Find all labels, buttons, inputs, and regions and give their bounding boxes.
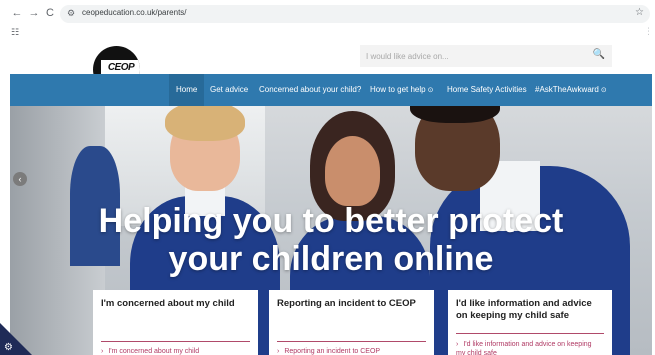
- url-text[interactable]: ceopeducation.co.uk/parents/: [82, 8, 187, 17]
- card-divider: [101, 341, 250, 342]
- nav-item-home-safety[interactable]: Home Safety Activities: [447, 74, 527, 106]
- card-title: I'd like information and advice on keepi…: [456, 298, 592, 321]
- hero-photo-figure: [325, 136, 380, 206]
- apps-grid-icon[interactable]: ☷: [11, 27, 19, 38]
- back-icon[interactable]: ←: [10, 6, 24, 20]
- card-link-text: I'd like information and advice on keepi…: [456, 341, 592, 355]
- card-link[interactable]: › I'm concerned about my child: [101, 348, 199, 355]
- nav-label: How to get help: [370, 85, 426, 94]
- hero-banner: Helping you to better protect your child…: [10, 106, 652, 355]
- card-link[interactable]: › Reporting an incident to CEOP: [277, 348, 380, 355]
- address-bar[interactable]: ⚙ ceopeducation.co.uk/parents/ ☆: [60, 5, 650, 23]
- nav-label: #AskTheAwkward: [535, 85, 599, 94]
- card-info-advice[interactable]: I'd like information and advice on keepi…: [448, 290, 612, 355]
- search-input[interactable]: [360, 45, 585, 67]
- card-link[interactable]: › I'd like information and advice on keep…: [456, 340, 596, 355]
- carousel-prev-button[interactable]: ‹: [13, 172, 27, 186]
- card-title: I'm concerned about my child: [101, 298, 235, 309]
- hero-title: Helping you to better protect your child…: [10, 202, 652, 278]
- chevron-right-icon: ›: [277, 348, 280, 355]
- search-icon[interactable]: 🔍: [593, 49, 605, 60]
- main-navigation: Home Get advice Concerned about your chi…: [10, 74, 652, 106]
- chevron-down-icon: ⊙: [600, 87, 607, 94]
- search-box: 🔍: [360, 45, 612, 67]
- nav-item-asktheawkward[interactable]: #AskTheAwkward ⊙: [535, 74, 607, 106]
- nav-item-home[interactable]: Home: [169, 74, 205, 106]
- card-link-text: Reporting an incident to CEOP: [284, 348, 381, 355]
- card-link-text: I'm concerned about my child: [108, 348, 200, 355]
- card-reporting[interactable]: Reporting an incident to CEOP › Reporting…: [269, 290, 434, 355]
- card-divider: [456, 333, 604, 334]
- bookmark-star-icon[interactable]: ☆: [635, 7, 644, 18]
- chevron-down-icon: ⊙: [427, 87, 434, 94]
- nav-item-how-to-get-help[interactable]: How to get help ⊙: [370, 74, 433, 106]
- browser-menu-icon[interactable]: ⋮: [644, 26, 653, 37]
- hero-title-line: your children online: [168, 240, 494, 278]
- nav-item-get-advice[interactable]: Get advice: [210, 74, 248, 106]
- nav-label: Concerned about your child?: [259, 85, 362, 94]
- card-concerned[interactable]: I'm concerned about my child › I'm concer…: [93, 290, 258, 355]
- nav-label: Get advice: [210, 85, 249, 94]
- site-info-icon[interactable]: ⚙: [67, 8, 75, 19]
- nav-label: Home: [176, 85, 198, 94]
- nav-item-concerned[interactable]: Concerned about your child?: [259, 74, 361, 106]
- reload-icon[interactable]: C: [43, 6, 57, 20]
- chevron-right-icon: ›: [101, 348, 104, 355]
- hero-photo-figure: [165, 106, 245, 141]
- gear-icon[interactable]: ⚙: [4, 342, 13, 353]
- hero-title-line: Helping you to better protect: [98, 202, 564, 240]
- card-divider: [277, 341, 426, 342]
- nav-label: Home Safety Activities: [447, 85, 527, 94]
- browser-toolbar: ← → C ⚙ ceopeducation.co.uk/parents/ ☆: [0, 0, 655, 28]
- chevron-right-icon: ›: [456, 341, 459, 348]
- forward-icon[interactable]: →: [27, 6, 41, 20]
- card-title: Reporting an incident to CEOP: [277, 298, 416, 309]
